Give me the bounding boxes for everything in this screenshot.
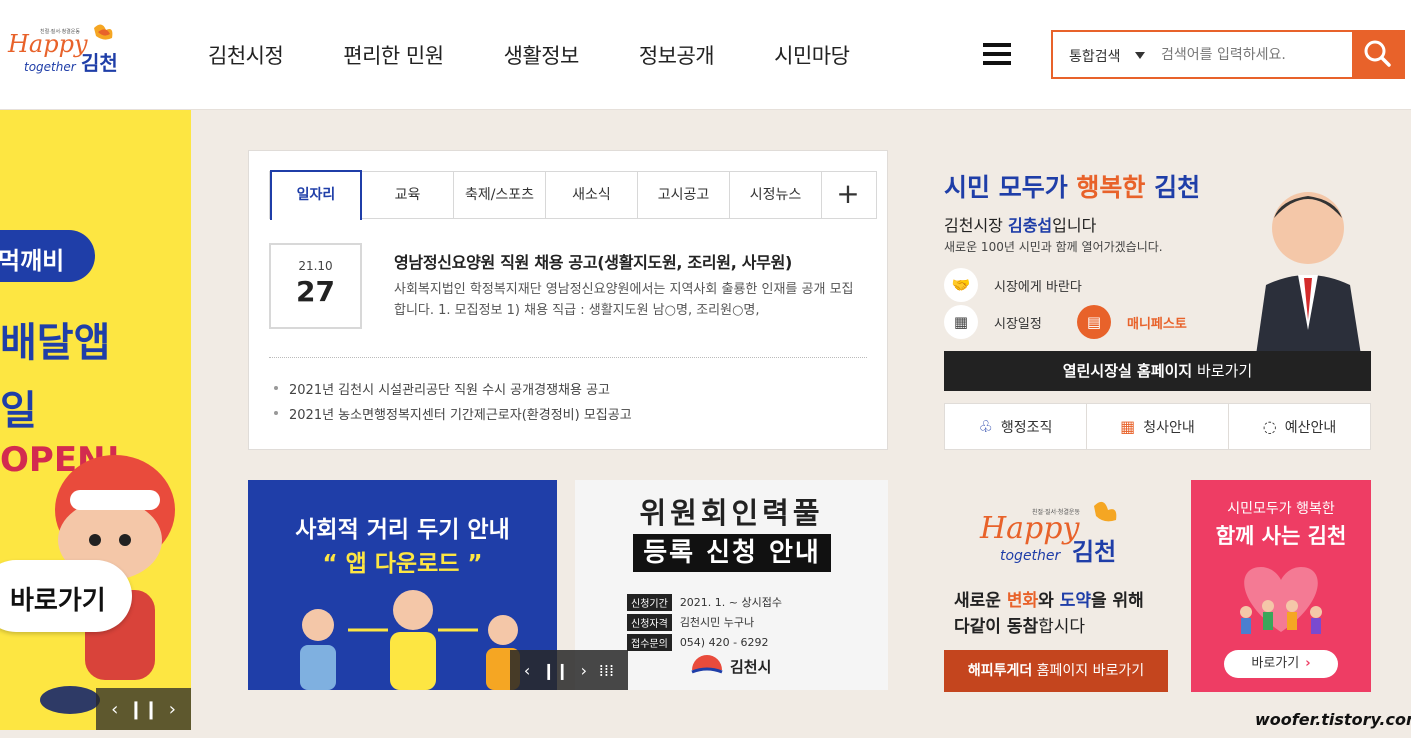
office-guide-link[interactable]: ▦ 청사안내 xyxy=(1087,404,1229,449)
featured-post-title[interactable]: 영남정신요양원 직원 채용 공고(생활지도원, 조리원, 사무원) xyxy=(394,249,792,273)
pause-icon[interactable]: ❙❙ xyxy=(542,661,569,680)
svg-text:Happy: Happy xyxy=(979,511,1080,546)
watermark: woofer.tistory.com xyxy=(1255,710,1411,729)
happy-together-homepage-button[interactable]: 해피투게더 홈페이지 바로가기 xyxy=(944,650,1168,692)
calendar-icon: ▦ xyxy=(944,305,978,339)
nav-item-civil-service[interactable]: 편리한 민원 xyxy=(343,40,444,70)
site-logo[interactable]: Happy together 김천 친절·질서·청결운동 xyxy=(6,20,136,80)
org-chart-icon: ♧ xyxy=(978,417,993,436)
mayor-homepage-button[interactable]: 열린시장실 홈페이지 바로가기 xyxy=(944,351,1371,391)
mayor-name: 김천시장 김충섭입니다 xyxy=(944,216,1097,235)
news-list: 2021년 김천시 시설관리공단 직원 수시 공개경쟁채용 공고 2021년 농… xyxy=(274,379,632,429)
happy-slogan-1: 새로운 변화와 도약을 위해 xyxy=(954,591,1144,611)
chevron-right-icon[interactable]: › xyxy=(581,661,587,680)
news-board: 일자리 교육 축제/스포츠 새소식 고시공고 시정뉴스 + 21.10 27 영… xyxy=(248,150,888,450)
banner-headline-2: 일 xyxy=(0,388,37,434)
piggy-bank-icon: ◌ xyxy=(1262,417,1277,436)
org-chart-link[interactable]: ♧ 행정조직 xyxy=(945,404,1087,449)
building-icon: ▦ xyxy=(1120,417,1136,436)
tab-festival-sports[interactable]: 축제/스포츠 xyxy=(454,172,546,218)
svg-text:친절·질서·청결운동: 친절·질서·청결운동 xyxy=(1032,508,1080,516)
chevron-right-icon[interactable]: › xyxy=(169,699,176,720)
chevron-left-icon[interactable]: ‹ xyxy=(524,661,530,680)
city-emblem-icon xyxy=(691,655,723,674)
nav-item-life-info[interactable]: 생활정보 xyxy=(504,40,580,70)
divider xyxy=(269,357,867,358)
grid-icon[interactable]: ⁞⁞⁞ xyxy=(599,661,614,680)
living-together-subtitle: 시민모두가 행복한 xyxy=(1227,501,1335,517)
mayor-manifesto-link[interactable]: ▤ 매니페스토 xyxy=(1077,305,1187,339)
people-illustration xyxy=(300,590,520,690)
banner-go-button[interactable]: 바로가기 xyxy=(0,560,132,632)
svg-text:김천: 김천 xyxy=(81,51,118,75)
mayor-section: 시민 모두가 행복한 김천 김천시장 김충섭입니다 새로운 100년 시민과 함… xyxy=(944,160,1371,450)
tab-city-news[interactable]: 시정뉴스 xyxy=(730,172,822,218)
nav-item-info-disclosure[interactable]: 정보공개 xyxy=(639,40,715,70)
post-date: 21.10 27 xyxy=(269,243,362,329)
mayor-slogan: 시민 모두가 행복한 김천 xyxy=(944,173,1201,202)
menu-icon[interactable] xyxy=(983,43,1011,67)
distancing-subtitle: “ 앱 다운로드 ” xyxy=(322,551,483,577)
news-tabs: 일자리 교육 축제/스포츠 새소식 고시공고 시정뉴스 + xyxy=(269,170,877,220)
mayor-request-link[interactable]: 🤝 시장에게 바란다 xyxy=(944,268,1082,302)
site-header: Happy together 김천 친절·질서·청결운동 김천시정 편리한 민원… xyxy=(0,0,1411,110)
info-value: 김천시민 누구나 xyxy=(679,616,755,629)
committee-subtitle: 등록 신청 안내 xyxy=(633,534,831,572)
info-label: 접수문의 xyxy=(627,633,672,651)
tab-education[interactable]: 교육 xyxy=(362,172,454,218)
mayor-subtitle: 새로운 100년 시민과 함께 열어가겠습니다. xyxy=(944,240,1163,254)
tab-notices[interactable]: 고시공고 xyxy=(638,172,730,218)
search-bar: 통합검색 xyxy=(1051,30,1405,79)
left-promo-banner[interactable]: 먹깨비 배달앱 일 OPEN! 바로가기 ‹ ❙❙ › xyxy=(0,110,191,730)
promo-slide-controls: ‹ ❙❙ › ⁞⁞⁞ xyxy=(510,650,628,690)
info-value: 054) 420 - 6292 xyxy=(679,635,769,649)
nav-item-city-admin[interactable]: 김천시정 xyxy=(208,40,284,70)
list-item[interactable]: 2021년 김천시 시설관리공단 직원 수시 공개경쟁채용 공고 xyxy=(274,379,632,404)
budget-link[interactable]: ◌ 예산안내 xyxy=(1229,404,1370,449)
more-icon[interactable]: + xyxy=(822,172,874,218)
main-nav: 김천시정 편리한 민원 생활정보 정보공개 시민마당 xyxy=(208,40,909,70)
handshake-icon: 🤝 xyxy=(944,268,978,302)
svg-text:친절·질서·청결운동: 친절·질서·청결운동 xyxy=(40,28,80,35)
banner-slide-controls: ‹ ❙❙ › xyxy=(96,688,191,730)
search-input[interactable] xyxy=(1161,42,1346,67)
banner-headline-1: 배달앱 xyxy=(0,320,111,366)
committee-info: 신청기간 2021. 1. ~ 상시접수 신청자격 김천시민 누구나 접수문의 054… xyxy=(627,592,782,652)
distancing-title: 사회적 거리 두기 안내 xyxy=(295,517,510,543)
search-button[interactable] xyxy=(1352,30,1405,79)
tab-jobs[interactable]: 일자리 xyxy=(270,170,362,220)
svg-text:together: together xyxy=(1000,548,1062,564)
banner-app-name: 먹깨비 xyxy=(0,230,95,282)
featured-post-summary[interactable]: 사회복지법인 학정복지재단 영남정신요양원에서는 지역사회 출룡한 인재를 공개… xyxy=(394,279,854,321)
post-date-day: 27 xyxy=(296,275,335,308)
city-name: 김천시 xyxy=(730,658,772,676)
chevron-left-icon[interactable]: ‹ xyxy=(111,699,118,720)
info-label: 신청자격 xyxy=(627,613,672,631)
happy-slogan-2: 다같이 동참합시다 xyxy=(954,617,1086,637)
info-label: 신청기간 xyxy=(627,593,672,611)
svg-text:김천: 김천 xyxy=(1072,538,1116,566)
mayor-portrait xyxy=(1256,192,1361,355)
heart-people-illustration xyxy=(1240,567,1322,634)
committee-title: 위원회인력풀 xyxy=(639,496,824,530)
nav-item-citizen-plaza[interactable]: 시민마당 xyxy=(774,40,850,70)
happy-together-logo: Happy together 김천 친절·질서·청결운동 xyxy=(979,501,1117,566)
living-together-banner[interactable]: 시민모두가 행복한 함께 사는 김천 바로가기 › xyxy=(1191,480,1371,692)
chevron-down-icon[interactable] xyxy=(1135,52,1145,59)
document-icon: ▤ xyxy=(1077,305,1111,339)
list-item[interactable]: 2021년 농소면행정복지센터 기간제근로자(환경정비) 모집공고 xyxy=(274,404,632,429)
pause-icon[interactable]: ❙❙ xyxy=(128,699,158,720)
living-together-go-button[interactable]: 바로가기 › xyxy=(1224,650,1338,678)
post-date-month: 21.10 xyxy=(298,259,333,273)
tab-news[interactable]: 새소식 xyxy=(546,172,638,218)
svg-text:together: together xyxy=(24,60,77,74)
search-category-select[interactable]: 통합검색 xyxy=(1069,46,1121,66)
mayor-schedule-link[interactable]: ▦ 시장일정 xyxy=(944,305,1042,339)
mayor-quick-links: ♧ 행정조직 ▦ 청사안내 ◌ 예산안내 xyxy=(944,403,1371,450)
chevron-right-icon: › xyxy=(1305,656,1311,671)
happy-together-section: Happy together 김천 친절·질서·청결운동 새로운 변화와 도약을… xyxy=(944,480,1169,692)
search-icon xyxy=(1364,40,1391,67)
info-value: 2021. 1. ~ 상시접수 xyxy=(679,596,782,609)
living-together-title: 함께 사는 김천 xyxy=(1215,524,1347,548)
